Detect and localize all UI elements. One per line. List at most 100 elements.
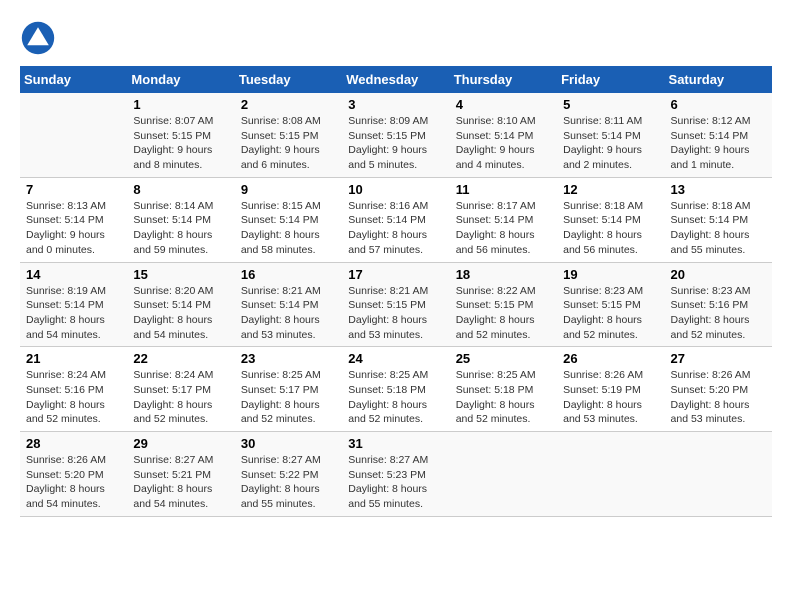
weekday-header-thursday: Thursday	[450, 66, 557, 93]
day-info: Sunrise: 8:25 AM Sunset: 5:17 PM Dayligh…	[241, 368, 336, 427]
calendar-week-row: 21Sunrise: 8:24 AM Sunset: 5:16 PM Dayli…	[20, 347, 772, 432]
day-number: 7	[26, 182, 121, 197]
calendar-cell: 30 Sunrise: 8:27 AM Sunset: 5:22 PM Dayli…	[235, 432, 342, 517]
calendar-cell: 21Sunrise: 8:24 AM Sunset: 5:16 PM Dayli…	[20, 347, 127, 432]
logo	[20, 20, 60, 56]
day-number: 27	[671, 351, 766, 366]
day-number: 22	[133, 351, 228, 366]
day-info: Sunrise: 8:20 AM Sunset: 5:14 PM Dayligh…	[133, 284, 228, 343]
day-number: 29	[133, 436, 228, 451]
day-info: Sunrise: 8:07 AM Sunset: 5:15 PM Dayligh…	[133, 114, 228, 173]
day-number: 13	[671, 182, 766, 197]
calendar-cell	[20, 93, 127, 177]
calendar-cell: 22 Sunrise: 8:24 AM Sunset: 5:17 PM Dayli…	[127, 347, 234, 432]
day-info: Sunrise: 8:27 AM Sunset: 5:23 PM Dayligh…	[348, 453, 443, 512]
day-number: 5	[563, 97, 658, 112]
day-info: Sunrise: 8:26 AM Sunset: 5:20 PM Dayligh…	[671, 368, 766, 427]
calendar-cell: 29 Sunrise: 8:27 AM Sunset: 5:21 PM Dayli…	[127, 432, 234, 517]
day-number: 23	[241, 351, 336, 366]
calendar-cell: 6 Sunrise: 8:12 AM Sunset: 5:14 PM Daylig…	[665, 93, 772, 177]
day-number: 11	[456, 182, 551, 197]
calendar-cell: 10 Sunrise: 8:16 AM Sunset: 5:14 PM Dayli…	[342, 177, 449, 262]
day-number: 1	[133, 97, 228, 112]
calendar-cell: 14 Sunrise: 8:19 AM Sunset: 5:14 PM Dayli…	[20, 262, 127, 347]
day-info: Sunrise: 8:27 AM Sunset: 5:21 PM Dayligh…	[133, 453, 228, 512]
day-number: 8	[133, 182, 228, 197]
day-info: Sunrise: 8:16 AM Sunset: 5:14 PM Dayligh…	[348, 199, 443, 258]
day-info: Sunrise: 8:21 AM Sunset: 5:14 PM Dayligh…	[241, 284, 336, 343]
calendar-cell: 11 Sunrise: 8:17 AM Sunset: 5:14 PM Dayli…	[450, 177, 557, 262]
calendar-week-row: 14 Sunrise: 8:19 AM Sunset: 5:14 PM Dayli…	[20, 262, 772, 347]
day-info: Sunrise: 8:25 AM Sunset: 5:18 PM Dayligh…	[348, 368, 443, 427]
calendar-cell: 28 Sunrise: 8:26 AM Sunset: 5:20 PM Dayli…	[20, 432, 127, 517]
calendar-table: SundayMondayTuesdayWednesdayThursdayFrid…	[20, 66, 772, 517]
calendar-cell: 15 Sunrise: 8:20 AM Sunset: 5:14 PM Dayli…	[127, 262, 234, 347]
day-info: Sunrise: 8:11 AM Sunset: 5:14 PM Dayligh…	[563, 114, 658, 173]
day-info: Sunrise: 8:09 AM Sunset: 5:15 PM Dayligh…	[348, 114, 443, 173]
day-number: 21	[26, 351, 121, 366]
calendar-cell: 2 Sunrise: 8:08 AM Sunset: 5:15 PM Daylig…	[235, 93, 342, 177]
calendar-cell: 18 Sunrise: 8:22 AM Sunset: 5:15 PM Dayli…	[450, 262, 557, 347]
calendar-cell: 4 Sunrise: 8:10 AM Sunset: 5:14 PM Daylig…	[450, 93, 557, 177]
day-number: 31	[348, 436, 443, 451]
day-info: Sunrise: 8:08 AM Sunset: 5:15 PM Dayligh…	[241, 114, 336, 173]
day-number: 2	[241, 97, 336, 112]
calendar-week-row: 7 Sunrise: 8:13 AM Sunset: 5:14 PM Daylig…	[20, 177, 772, 262]
day-number: 20	[671, 267, 766, 282]
day-number: 18	[456, 267, 551, 282]
calendar-week-row: 28 Sunrise: 8:26 AM Sunset: 5:20 PM Dayli…	[20, 432, 772, 517]
day-info: Sunrise: 8:19 AM Sunset: 5:14 PM Dayligh…	[26, 284, 121, 343]
calendar-cell: 5 Sunrise: 8:11 AM Sunset: 5:14 PM Daylig…	[557, 93, 664, 177]
calendar-cell: 16 Sunrise: 8:21 AM Sunset: 5:14 PM Dayli…	[235, 262, 342, 347]
day-info: Sunrise: 8:14 AM Sunset: 5:14 PM Dayligh…	[133, 199, 228, 258]
day-number: 19	[563, 267, 658, 282]
day-info: Sunrise: 8:17 AM Sunset: 5:14 PM Dayligh…	[456, 199, 551, 258]
day-number: 17	[348, 267, 443, 282]
day-info: Sunrise: 8:27 AM Sunset: 5:22 PM Dayligh…	[241, 453, 336, 512]
day-info: Sunrise: 8:25 AM Sunset: 5:18 PM Dayligh…	[456, 368, 551, 427]
day-info: Sunrise: 8:12 AM Sunset: 5:14 PM Dayligh…	[671, 114, 766, 173]
calendar-cell: 25 Sunrise: 8:25 AM Sunset: 5:18 PM Dayli…	[450, 347, 557, 432]
day-number: 10	[348, 182, 443, 197]
day-number: 25	[456, 351, 551, 366]
day-number: 26	[563, 351, 658, 366]
calendar-cell: 27 Sunrise: 8:26 AM Sunset: 5:20 PM Dayli…	[665, 347, 772, 432]
day-number: 16	[241, 267, 336, 282]
day-number: 12	[563, 182, 658, 197]
calendar-cell: 13 Sunrise: 8:18 AM Sunset: 5:14 PM Dayli…	[665, 177, 772, 262]
calendar-cell: 8 Sunrise: 8:14 AM Sunset: 5:14 PM Daylig…	[127, 177, 234, 262]
day-info: Sunrise: 8:10 AM Sunset: 5:14 PM Dayligh…	[456, 114, 551, 173]
day-number: 28	[26, 436, 121, 451]
day-number: 4	[456, 97, 551, 112]
weekday-header-sunday: Sunday	[20, 66, 127, 93]
day-number: 24	[348, 351, 443, 366]
day-number: 15	[133, 267, 228, 282]
day-info: Sunrise: 8:13 AM Sunset: 5:14 PM Dayligh…	[26, 199, 121, 258]
day-info: Sunrise: 8:26 AM Sunset: 5:20 PM Dayligh…	[26, 453, 121, 512]
logo-icon	[20, 20, 56, 56]
day-number: 30	[241, 436, 336, 451]
calendar-cell	[450, 432, 557, 517]
weekday-header-tuesday: Tuesday	[235, 66, 342, 93]
day-info: Sunrise: 8:15 AM Sunset: 5:14 PM Dayligh…	[241, 199, 336, 258]
calendar-cell: 26 Sunrise: 8:26 AM Sunset: 5:19 PM Dayli…	[557, 347, 664, 432]
calendar-cell: 1 Sunrise: 8:07 AM Sunset: 5:15 PM Daylig…	[127, 93, 234, 177]
calendar-cell: 9 Sunrise: 8:15 AM Sunset: 5:14 PM Daylig…	[235, 177, 342, 262]
calendar-cell: 24 Sunrise: 8:25 AM Sunset: 5:18 PM Dayli…	[342, 347, 449, 432]
weekday-header-saturday: Saturday	[665, 66, 772, 93]
day-info: Sunrise: 8:18 AM Sunset: 5:14 PM Dayligh…	[563, 199, 658, 258]
calendar-cell: 23 Sunrise: 8:25 AM Sunset: 5:17 PM Dayli…	[235, 347, 342, 432]
calendar-cell	[665, 432, 772, 517]
calendar-week-row: 1 Sunrise: 8:07 AM Sunset: 5:15 PM Daylig…	[20, 93, 772, 177]
calendar-cell: 20Sunrise: 8:23 AM Sunset: 5:16 PM Dayli…	[665, 262, 772, 347]
day-info: Sunrise: 8:24 AM Sunset: 5:17 PM Dayligh…	[133, 368, 228, 427]
day-info: Sunrise: 8:18 AM Sunset: 5:14 PM Dayligh…	[671, 199, 766, 258]
weekday-header-monday: Monday	[127, 66, 234, 93]
day-number: 6	[671, 97, 766, 112]
day-number: 14	[26, 267, 121, 282]
day-info: Sunrise: 8:26 AM Sunset: 5:19 PM Dayligh…	[563, 368, 658, 427]
day-info: Sunrise: 8:22 AM Sunset: 5:15 PM Dayligh…	[456, 284, 551, 343]
calendar-cell: 12 Sunrise: 8:18 AM Sunset: 5:14 PM Dayli…	[557, 177, 664, 262]
day-number: 9	[241, 182, 336, 197]
day-info: Sunrise: 8:23 AM Sunset: 5:15 PM Dayligh…	[563, 284, 658, 343]
